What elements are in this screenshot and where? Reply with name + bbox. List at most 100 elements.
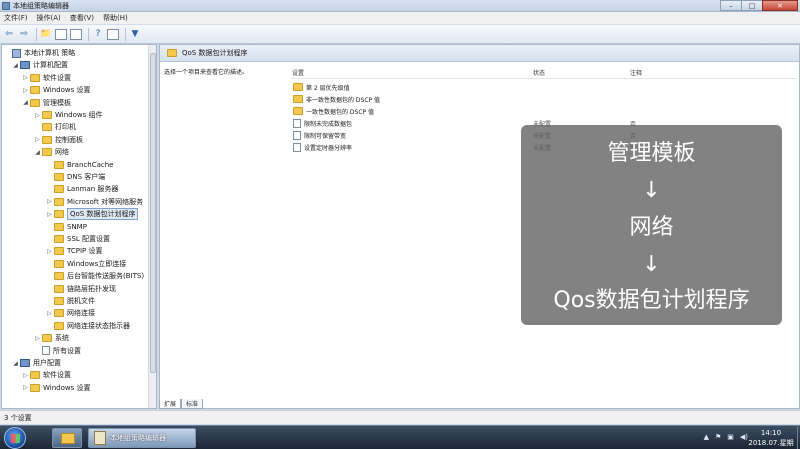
folder-icon: [54, 160, 64, 169]
tree-item[interactable]: ▷ Windows 设置: [22, 382, 90, 394]
tree-item[interactable]: SNMP: [46, 221, 87, 233]
tree-item[interactable]: ◢ 用户配置: [12, 357, 61, 369]
expand-arrow-icon[interactable]: ▷: [22, 74, 29, 81]
tree-item[interactable]: ◢ 管理模板: [22, 97, 71, 109]
tree-item-label: 软件设置: [43, 371, 71, 380]
back-icon[interactable]: ⇦: [3, 28, 15, 40]
start-button[interactable]: [4, 427, 26, 449]
clock[interactable]: 14:10 2018.07.星期二: [746, 428, 796, 449]
tree-item[interactable]: 脱机文件: [46, 295, 95, 307]
tree-item-label: SNMP: [67, 222, 87, 231]
expand-arrow-icon[interactable]: ▷: [34, 112, 41, 119]
expand-arrow-icon[interactable]: ▷: [46, 211, 53, 218]
tree-item-label: QoS 数据包计划程序: [67, 208, 139, 221]
tree-item[interactable]: SSL 配置设置: [46, 233, 110, 245]
setting-row[interactable]: 一致性数据包的 DSCP 值: [292, 105, 797, 117]
folder-icon: [42, 334, 52, 343]
tree-item[interactable]: 后台智能传送服务(BITS): [46, 270, 144, 282]
up-folder-icon[interactable]: 📁: [40, 28, 52, 40]
setting-row[interactable]: 第 2 层优先级值: [292, 81, 797, 93]
tree-item[interactable]: ◢ 网络: [34, 146, 69, 158]
minimize-button[interactable]: –: [720, 0, 742, 11]
tree-item[interactable]: Lanman 服务器: [46, 183, 118, 195]
tree-item[interactable]: 链路层拓扑发现: [46, 283, 116, 295]
window-controls: – □ ✕: [720, 0, 798, 11]
expand-arrow-icon[interactable]: ▷: [22, 384, 29, 391]
folder-icon: [54, 309, 64, 318]
expand-arrow-icon[interactable]: ▷: [46, 248, 53, 255]
show-hidden-icons-icon[interactable]: ▲: [704, 433, 709, 441]
expand-arrow-icon[interactable]: ▷: [34, 136, 41, 143]
flag-icon[interactable]: ⚑: [715, 433, 721, 441]
tree-item[interactable]: Windows立即连接: [46, 258, 126, 270]
filter-icon[interactable]: ▼: [129, 28, 141, 40]
help-icon[interactable]: ?: [92, 28, 104, 40]
computer-icon: [20, 61, 30, 70]
tree-item-label: 计算机配置: [33, 61, 68, 70]
tree-item[interactable]: ▷ 软件设置: [22, 369, 71, 381]
setting-name: 第 2 层优先级值: [306, 84, 350, 92]
folder-icon: [54, 235, 64, 243]
tree-item[interactable]: ▷ Windows 设置: [22, 84, 90, 96]
column-state[interactable]: 状态: [533, 68, 545, 77]
tree-item-label: SSL 配置设置: [67, 235, 111, 243]
console-tree[interactable]: 本地计算机 策略 ◢ 计算机配置 ▷ 软件设置 ▷ Windows 设置 ◢ 管理模板 ▷ Wind…: [1, 44, 157, 409]
tree-item[interactable]: ▷ Windows 组件: [34, 109, 102, 121]
tree-item-label: 网络连接状态指示器: [67, 321, 130, 330]
column-comment[interactable]: 注释: [630, 68, 642, 77]
tree-item[interactable]: DNS 客户端: [46, 171, 105, 183]
expand-arrow-icon[interactable]: ▷: [34, 335, 41, 342]
status-bar: 3 个设置: [0, 410, 800, 424]
gpedit-taskbar-button[interactable]: 本地组策略编辑器: [88, 428, 196, 448]
expand-arrow-icon[interactable]: ▷: [22, 87, 29, 94]
tree-item[interactable]: ▷ TCPIP 设置: [46, 245, 103, 257]
gpedit-icon: [94, 431, 106, 445]
scroll-thumb[interactable]: [150, 53, 156, 373]
tree-item[interactable]: 所有设置: [34, 345, 81, 357]
expand-arrow-icon[interactable]: ◢: [34, 149, 41, 156]
expand-arrow-icon[interactable]: ◢: [22, 99, 29, 106]
tree-item[interactable]: ▷ 软件设置: [22, 72, 71, 84]
tree-item-label: 脱机文件: [67, 297, 95, 305]
tree-item-label: DNS 客户端: [67, 173, 106, 181]
tree-item-label: 链路层拓扑发现: [67, 284, 116, 293]
explorer-taskbar-button[interactable]: [52, 428, 82, 448]
tree-item[interactable]: ▷ 控制面板: [34, 134, 83, 146]
setting-row[interactable]: 非一致性数据包的 DSCP 值: [292, 93, 797, 105]
column-setting[interactable]: 设置: [292, 68, 304, 77]
expand-arrow-icon[interactable]: ▷: [46, 198, 53, 205]
tree-item[interactable]: 打印机: [34, 121, 76, 133]
tree-item[interactable]: ▷ 系统: [34, 332, 69, 344]
maximize-button[interactable]: □: [741, 0, 763, 11]
tree-item[interactable]: ▷ Microsoft 对等网络服务: [46, 196, 143, 208]
menu-action[interactable]: 操作(A): [37, 13, 61, 23]
computer-icon: [20, 359, 30, 367]
menu-view[interactable]: 查看(V): [70, 13, 94, 23]
tab-extended[interactable]: 扩展: [159, 399, 182, 409]
tree-item[interactable]: ▷ QoS 数据包计划程序: [46, 208, 139, 221]
toolbar-separator: [125, 27, 126, 41]
title-bar[interactable]: 本地组策略编辑器 – □ ✕: [0, 0, 800, 12]
tree-item[interactable]: BranchCache: [46, 159, 113, 171]
tab-standard[interactable]: 标准: [181, 399, 204, 409]
expand-arrow-icon[interactable]: ▷: [46, 310, 53, 317]
export-list-icon[interactable]: [70, 28, 82, 40]
tree-scrollbar[interactable]: [148, 45, 156, 408]
tree-item[interactable]: 网络连接状态指示器: [46, 320, 130, 332]
tree-item[interactable]: ▷ 网络连接: [46, 307, 95, 319]
network-icon[interactable]: ▣: [727, 433, 734, 441]
tree-item-label: 系统: [55, 334, 69, 343]
tree-item[interactable]: 本地计算机 策略: [4, 47, 75, 59]
forward-icon[interactable]: ⇨: [18, 28, 30, 40]
tree-item[interactable]: ◢ 计算机配置: [12, 59, 68, 71]
expand-arrow-icon[interactable]: ◢: [12, 360, 19, 367]
expand-arrow-icon[interactable]: ▷: [22, 372, 29, 379]
properties-icon[interactable]: [107, 28, 119, 40]
setting-icon: [293, 130, 301, 140]
show-hide-tree-icon[interactable]: [55, 28, 67, 40]
menu-file[interactable]: 文件(F): [4, 13, 28, 23]
menu-help[interactable]: 帮助(H): [103, 13, 128, 23]
close-button[interactable]: ✕: [762, 0, 798, 11]
expand-arrow-icon[interactable]: ◢: [12, 62, 19, 69]
description-text: 选择一个项目来查看它的描述。: [164, 69, 249, 76]
